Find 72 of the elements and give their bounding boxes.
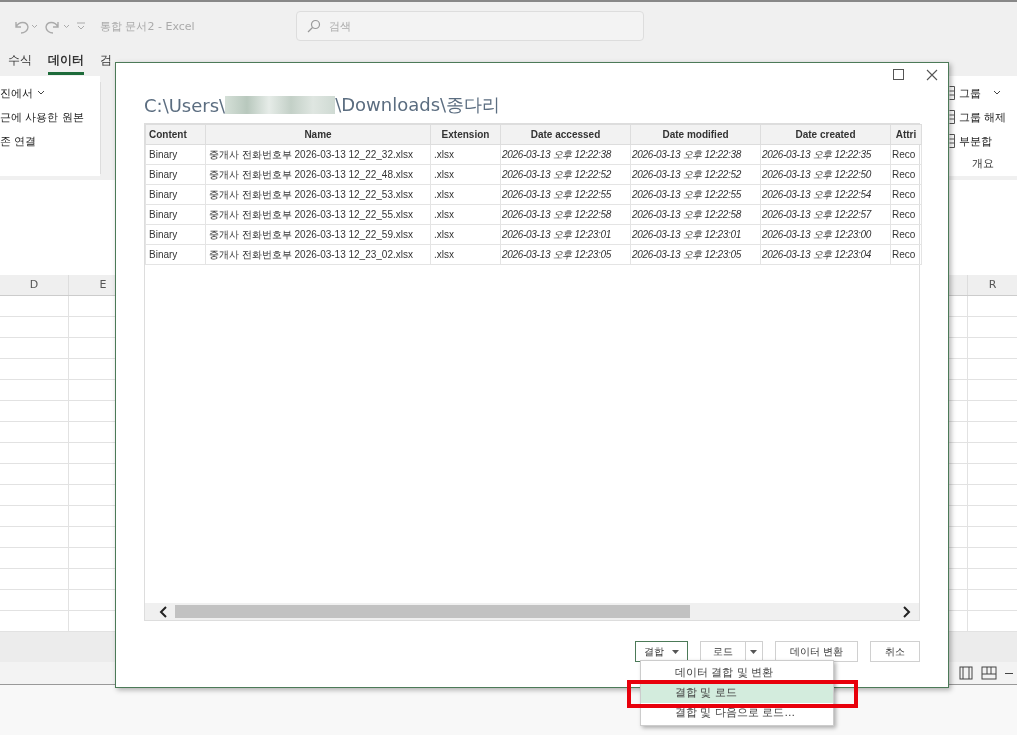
ribbon-command[interactable]: 그룹 — [959, 85, 981, 101]
table-cell: 2026-03-13 오후 12:23:05 — [630, 244, 761, 265]
table-cell: 중개사 전화번호부 2026-03-13 12_23_02.xlsx — [205, 244, 431, 265]
menu-item[interactable]: 결합 및 로드 — [641, 683, 833, 703]
table-cell: Binary — [145, 204, 206, 225]
column-header[interactable]: Content — [145, 124, 206, 145]
column-header[interactable]: Extension — [430, 124, 501, 145]
table-cell: 2026-03-13 오후 12:22:57 — [760, 204, 891, 225]
dialog-button[interactable]: 취소 — [870, 641, 920, 662]
table-cell: .xlsx — [430, 144, 501, 165]
table-cell: 중개사 전화번호부 2026-03-13 12_22_59.xlsx — [205, 224, 431, 245]
table-cell: 2026-03-13 오후 12:23:05 — [500, 244, 631, 265]
ribbon-tab[interactable]: 검 — [100, 52, 112, 75]
table-cell: Binary — [145, 244, 206, 265]
folder-path: \Downloads\종다리 — [335, 93, 501, 117]
column-header[interactable]: Date modified — [630, 124, 761, 145]
table-cell: 2026-03-13 오후 12:22:55 — [500, 184, 631, 205]
table-cell: 2026-03-13 오후 12:22:58 — [500, 204, 631, 225]
menu-item[interactable]: 결합 및 다음으로 로드... — [641, 703, 833, 723]
group-label: 개요 — [972, 156, 994, 171]
ribbon-tab[interactable]: 수식 — [8, 52, 32, 75]
table-cell: Binary — [145, 164, 206, 185]
load-button[interactable]: 로드 — [699, 641, 746, 662]
table-cell: Reco — [890, 244, 922, 265]
table-cell: .xlsx — [430, 164, 501, 185]
table-cell: 2026-03-13 오후 12:23:00 — [760, 224, 891, 245]
search-field[interactable]: 검색 — [296, 11, 644, 41]
table-cell: 2026-03-13 오후 12:22:52 — [500, 164, 631, 185]
table-cell: 2026-03-13 오후 12:22:58 — [630, 204, 761, 225]
column-header[interactable]: Name — [205, 124, 431, 145]
table-cell: Binary — [145, 184, 206, 205]
table-cell: Reco — [890, 164, 922, 185]
window-title: 통합 문서2 - Excel — [100, 18, 196, 34]
column-header[interactable]: Attri — [890, 124, 922, 145]
table-cell: 2026-03-13 오후 12:22:54 — [760, 184, 891, 205]
column-header[interactable]: R — [967, 275, 1017, 295]
table-cell: 2026-03-13 오후 12:23:04 — [760, 244, 891, 265]
table-cell: Reco — [890, 224, 922, 245]
table-cell: .xlsx — [430, 204, 501, 225]
table-cell: Reco — [890, 204, 922, 225]
table-cell: Reco — [890, 184, 922, 205]
table-cell: Binary — [145, 144, 206, 165]
table-cell: 2026-03-13 오후 12:22:55 — [630, 184, 761, 205]
combine-dropdown-button[interactable]: 결합 — [634, 641, 688, 662]
table-cell: .xlsx — [430, 224, 501, 245]
table-cell: 2026-03-13 오후 12:23:01 — [500, 224, 631, 245]
folder-path: C:\Users\ — [144, 94, 226, 116]
table-cell: 2026-03-13 오후 12:22:38 — [500, 144, 631, 165]
table-cell: 중개사 전화번호부 2026-03-13 12_22_48.xlsx — [205, 164, 431, 185]
table-cell: 2026-03-13 오후 12:22:38 — [630, 144, 761, 165]
table-cell: Binary — [145, 224, 206, 245]
column-header[interactable]: Date accessed — [500, 124, 631, 145]
menu-item[interactable]: 데이터 결합 및 변환 — [641, 663, 833, 683]
table-cell: 중개사 전화번호부 2026-03-13 12_22_55.xlsx — [205, 204, 431, 225]
table-cell: 2026-03-13 오후 12:22:50 — [760, 164, 891, 185]
table-cell: 중개사 전화번호부 2026-03-13 12_22_53.xlsx — [205, 184, 431, 205]
ribbon-command[interactable]: 부분합 — [959, 133, 992, 149]
dialog-button[interactable]: 데이터 변환 — [774, 641, 858, 662]
column-header[interactable]: Date created — [760, 124, 891, 145]
ribbon-command[interactable]: 진에서 — [0, 85, 33, 101]
table-cell: .xlsx — [430, 184, 501, 205]
table-cell: .xlsx — [430, 244, 501, 265]
column-header[interactable]: D — [0, 275, 69, 295]
search-input[interactable]: 검색 — [329, 15, 643, 37]
table-cell: 2026-03-13 오후 12:23:01 — [630, 224, 761, 245]
ribbon-command[interactable]: 근에 사용한 원본 — [0, 109, 84, 125]
table-cell: 2026-03-13 오후 12:22:52 — [630, 164, 761, 185]
table-cell: Reco — [890, 144, 922, 165]
table-cell: 2026-03-13 오후 12:22:35 — [760, 144, 891, 165]
table-cell: 중개사 전화번호부 2026-03-13 12_22_32.xlsx — [205, 144, 431, 165]
ribbon-command[interactable]: 존 연결 — [0, 133, 37, 149]
ribbon-command[interactable]: 그룹 해제 — [959, 109, 1007, 125]
